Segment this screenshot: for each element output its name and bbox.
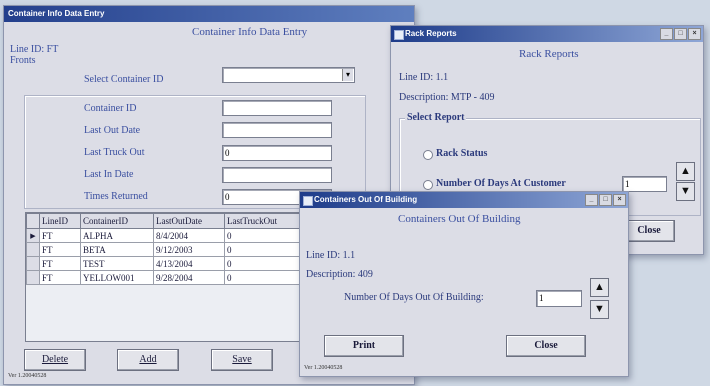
select-report-label: Select Report bbox=[405, 112, 467, 123]
cell-lasttruckout[interactable]: 0 bbox=[224, 270, 300, 285]
container-info-titlebar[interactable]: Container Info Data Entry bbox=[4, 6, 414, 22]
cell-lasttruckout[interactable]: 0 bbox=[224, 228, 300, 243]
cell-lineid[interactable]: FT bbox=[39, 270, 81, 285]
radio-days-at-customer[interactable] bbox=[423, 180, 433, 190]
last-in-date-label: Last In Date bbox=[84, 169, 134, 180]
window-title: Rack Reports bbox=[405, 29, 457, 38]
grid-corner bbox=[26, 213, 40, 229]
containers-out-titlebar[interactable]: Containers Out Of Building _ □ × bbox=[300, 192, 628, 208]
window-controls: _ □ × bbox=[660, 28, 701, 40]
out-description: Description: 409 bbox=[306, 269, 373, 280]
rack-heading: Rack Reports bbox=[519, 48, 579, 60]
cell-containerid[interactable]: TEST bbox=[80, 256, 154, 271]
table-row[interactable]: FT YELLOW001 9/28/2004 0 bbox=[26, 270, 300, 285]
select-container-dropdown[interactable]: ▾ bbox=[222, 67, 355, 83]
page-heading: Container Info Data Entry bbox=[192, 26, 308, 38]
window-icon bbox=[303, 196, 313, 206]
window-title: Containers Out Of Building bbox=[314, 195, 418, 204]
delete-button-label: Delete bbox=[41, 354, 69, 365]
out-heading: Containers Out Of Building bbox=[398, 213, 521, 225]
column-header-lasttruckout[interactable]: LastTruckOut bbox=[224, 213, 300, 229]
cell-containerid[interactable]: YELLOW001 bbox=[80, 270, 154, 285]
cell-lastoutdate[interactable]: 8/4/2004 bbox=[153, 228, 225, 243]
rack-description: Description: MTP - 409 bbox=[399, 92, 495, 103]
up-arrow-icon[interactable]: ▲ bbox=[590, 278, 609, 297]
maximize-icon[interactable]: □ bbox=[599, 194, 612, 206]
print-button[interactable]: Print bbox=[324, 335, 404, 357]
last-out-date-label: Last Out Date bbox=[84, 125, 141, 136]
cell-lasttruckout[interactable]: 0 bbox=[224, 242, 300, 257]
out-close-button[interactable]: Close bbox=[506, 335, 586, 357]
down-arrow-icon[interactable]: ▼ bbox=[676, 182, 695, 201]
rack-close-button[interactable]: Close bbox=[623, 220, 675, 242]
days-out-label: Number Of Days Out Of Building: bbox=[344, 292, 484, 303]
last-truck-out-label: Last Truck Out bbox=[84, 147, 145, 158]
last-in-date-field[interactable] bbox=[222, 167, 332, 183]
window-icon bbox=[394, 30, 404, 40]
maximize-icon[interactable]: □ bbox=[674, 28, 687, 40]
minimize-icon[interactable]: _ bbox=[660, 28, 673, 40]
rack-reports-titlebar[interactable]: Rack Reports _ □ × bbox=[391, 26, 703, 42]
version-status: Ver 1.20040528 bbox=[8, 373, 47, 379]
days-at-customer-label[interactable]: Number Of Days At Customer bbox=[436, 178, 566, 189]
table-row[interactable]: ▶ FT ALPHA 8/4/2004 0 bbox=[26, 228, 300, 243]
times-returned-label: Times Returned bbox=[84, 191, 148, 202]
container-id-label: Container ID bbox=[84, 103, 137, 114]
rack-status-label[interactable]: Rack Status bbox=[436, 148, 487, 159]
days-at-customer-field[interactable]: 1 bbox=[622, 176, 667, 192]
table-row[interactable]: FT TEST 4/13/2004 0 bbox=[26, 256, 300, 271]
save-button-label: Save bbox=[232, 354, 252, 365]
table-row[interactable]: FT BETA 9/12/2003 0 bbox=[26, 242, 300, 257]
containers-out-window: Containers Out Of Building _ □ × Contain… bbox=[299, 191, 629, 377]
cell-lineid[interactable]: FT bbox=[39, 242, 81, 257]
row-selector[interactable] bbox=[26, 256, 40, 271]
cell-lineid[interactable]: FT bbox=[39, 256, 81, 271]
chevron-down-icon[interactable]: ▾ bbox=[342, 69, 353, 81]
window-controls: _ □ × bbox=[585, 194, 626, 206]
cell-containerid[interactable]: ALPHA bbox=[80, 228, 154, 243]
cell-lastoutdate[interactable]: 9/28/2004 bbox=[153, 270, 225, 285]
line-id-sub: Fronts bbox=[10, 55, 36, 66]
select-container-label: Select Container ID bbox=[84, 74, 164, 85]
version-status: Ver 1.20040528 bbox=[304, 365, 343, 371]
days-out-field[interactable]: 1 bbox=[536, 290, 582, 307]
out-line-id: Line ID: 1.1 bbox=[306, 250, 356, 261]
cell-lineid[interactable]: FT bbox=[39, 228, 81, 243]
grid-header-row: LineID ContainerID LastOutDate LastTruck… bbox=[26, 213, 300, 229]
line-id-label: Line ID: FT bbox=[10, 44, 59, 55]
cell-containerid[interactable]: BETA bbox=[80, 242, 154, 257]
column-header-lineid[interactable]: LineID bbox=[39, 213, 81, 229]
add-button-label: Add bbox=[139, 354, 157, 365]
window-title: Container Info Data Entry bbox=[8, 9, 105, 18]
cell-lastoutdate[interactable]: 9/12/2003 bbox=[153, 242, 225, 257]
rack-line-id: Line ID: 1.1 bbox=[399, 72, 449, 83]
container-id-field[interactable] bbox=[222, 100, 332, 116]
add-button[interactable]: Add bbox=[117, 349, 179, 371]
last-truck-out-field[interactable]: 0 bbox=[222, 145, 332, 161]
delete-button[interactable]: Delete bbox=[24, 349, 86, 371]
minimize-icon[interactable]: _ bbox=[585, 194, 598, 206]
row-pointer-icon: ▶ bbox=[26, 228, 40, 243]
cell-lasttruckout[interactable]: 0 bbox=[224, 256, 300, 271]
container-grid[interactable]: LineID ContainerID LastOutDate LastTruck… bbox=[26, 213, 300, 285]
cell-lastoutdate[interactable]: 4/13/2004 bbox=[153, 256, 225, 271]
column-header-lastoutdate[interactable]: LastOutDate bbox=[153, 213, 225, 229]
save-button[interactable]: Save bbox=[211, 349, 273, 371]
row-selector[interactable] bbox=[26, 270, 40, 285]
last-out-date-field[interactable] bbox=[222, 122, 332, 138]
radio-rack-status[interactable] bbox=[423, 150, 433, 160]
close-icon[interactable]: × bbox=[613, 194, 626, 206]
down-arrow-icon[interactable]: ▼ bbox=[590, 300, 609, 319]
column-header-containerid[interactable]: ContainerID bbox=[80, 213, 154, 229]
up-arrow-icon[interactable]: ▲ bbox=[676, 162, 695, 181]
row-selector[interactable] bbox=[26, 242, 40, 257]
close-icon[interactable]: × bbox=[688, 28, 701, 40]
